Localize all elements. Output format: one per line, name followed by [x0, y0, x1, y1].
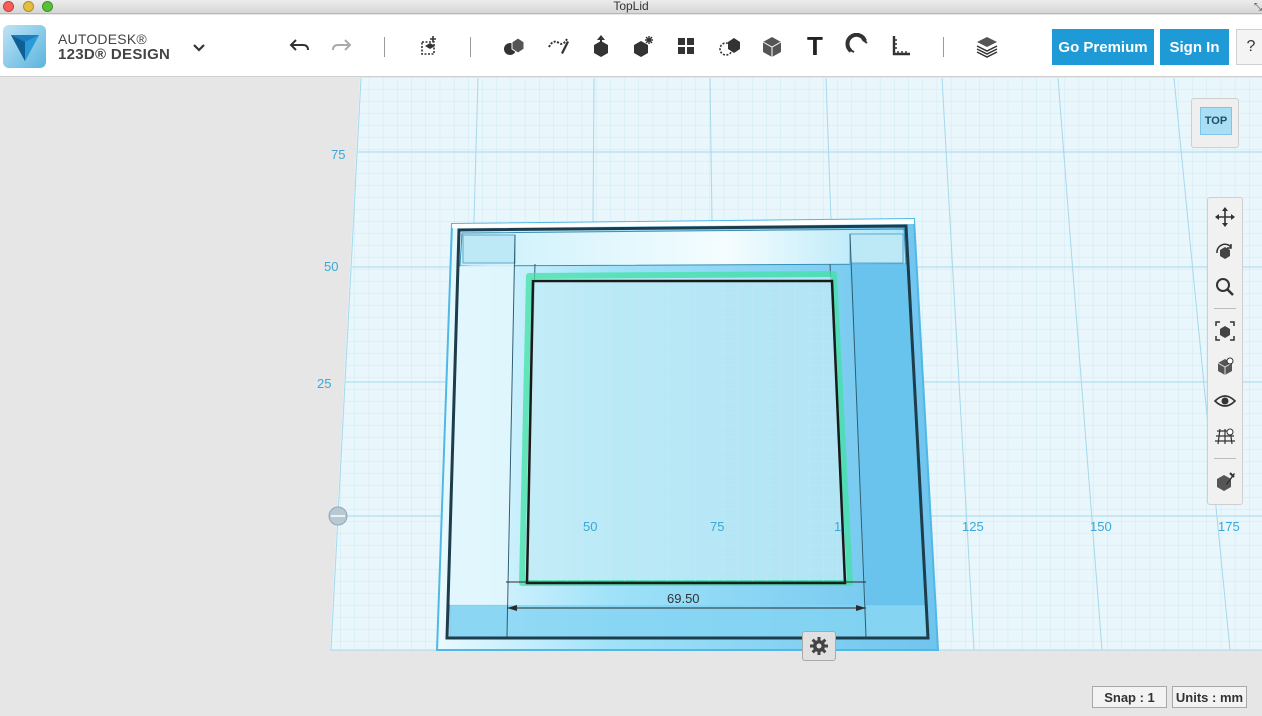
axis-label-x: 175 — [1218, 519, 1240, 534]
window-title: TopLid — [613, 0, 649, 13]
brand-product: 123D® DESIGN — [58, 46, 171, 63]
primitives-icon[interactable] — [414, 30, 444, 62]
orbit-icon[interactable] — [1211, 238, 1239, 266]
title-bar: TopLid ⤡ — [0, 0, 1262, 14]
pan-icon[interactable] — [1211, 203, 1239, 231]
scene-canvas[interactable] — [0, 78, 1262, 716]
resize-icon: ⤡ — [1254, 2, 1262, 13]
undo-icon[interactable] — [285, 30, 315, 62]
units-setting[interactable]: Units : mm — [1172, 686, 1247, 708]
axis-label-x: 50 — [583, 519, 598, 534]
layers-icon[interactable] — [972, 30, 1002, 62]
grid-icon[interactable] — [1211, 422, 1239, 450]
3d-viewport[interactable]: 75 50 25 50 75 1 125 150 175 69.50 — [0, 78, 1262, 716]
sketch-icon[interactable] — [499, 30, 529, 62]
brand-autodesk: AUTODESK® — [58, 31, 147, 47]
pattern-icon[interactable] — [628, 30, 658, 62]
help-button[interactable]: ? — [1236, 29, 1262, 65]
axis-label-y: 25 — [317, 376, 332, 391]
sign-in-button[interactable]: Sign In — [1160, 29, 1229, 65]
go-premium-button[interactable]: Go Premium — [1052, 29, 1154, 65]
combine-icon[interactable] — [714, 30, 744, 62]
measure-icon[interactable] — [757, 30, 787, 62]
modify-icon[interactable] — [586, 30, 616, 62]
material-icon[interactable] — [1211, 467, 1239, 495]
axis-label-x: 1 — [834, 519, 842, 534]
fit-icon[interactable] — [1211, 317, 1239, 345]
main-toolbar: AUTODESK® 123D® DESIGN T Go Premium Sign… — [0, 15, 1262, 77]
view-cube-top-face[interactable]: TOP — [1200, 107, 1232, 135]
ruler-icon[interactable] — [886, 30, 916, 62]
app-menu-chevron-icon[interactable] — [189, 37, 209, 57]
redo-icon[interactable] — [326, 30, 356, 62]
axis-label-y: 75 — [331, 147, 346, 162]
axis-label-x: 125 — [962, 519, 984, 534]
app-logo[interactable] — [3, 25, 46, 68]
dimension-value[interactable]: 69.50 — [667, 591, 700, 606]
axis-label-x: 150 — [1090, 519, 1112, 534]
visibility-icon[interactable] — [1211, 387, 1239, 415]
zoom-icon[interactable] — [1211, 273, 1239, 301]
context-settings-button[interactable] — [802, 631, 836, 661]
app-window: TopLid ⤡ AUTODESK® 123D® DESIGN T Go Pre… — [0, 0, 1262, 716]
snap-icon[interactable] — [843, 30, 873, 62]
view-cube-icon[interactable] — [1211, 352, 1239, 380]
gear-icon — [810, 637, 828, 655]
text-icon[interactable]: T — [800, 30, 830, 62]
construct-icon[interactable] — [543, 30, 573, 62]
axis-label-x: 75 — [710, 519, 725, 534]
snap-setting[interactable]: Snap : 1 — [1092, 686, 1167, 708]
origin-marker[interactable] — [328, 506, 348, 526]
grouping-icon[interactable] — [671, 30, 701, 62]
axis-label-y: 50 — [324, 259, 339, 274]
lid-part-selected[interactable] — [506, 271, 866, 586]
